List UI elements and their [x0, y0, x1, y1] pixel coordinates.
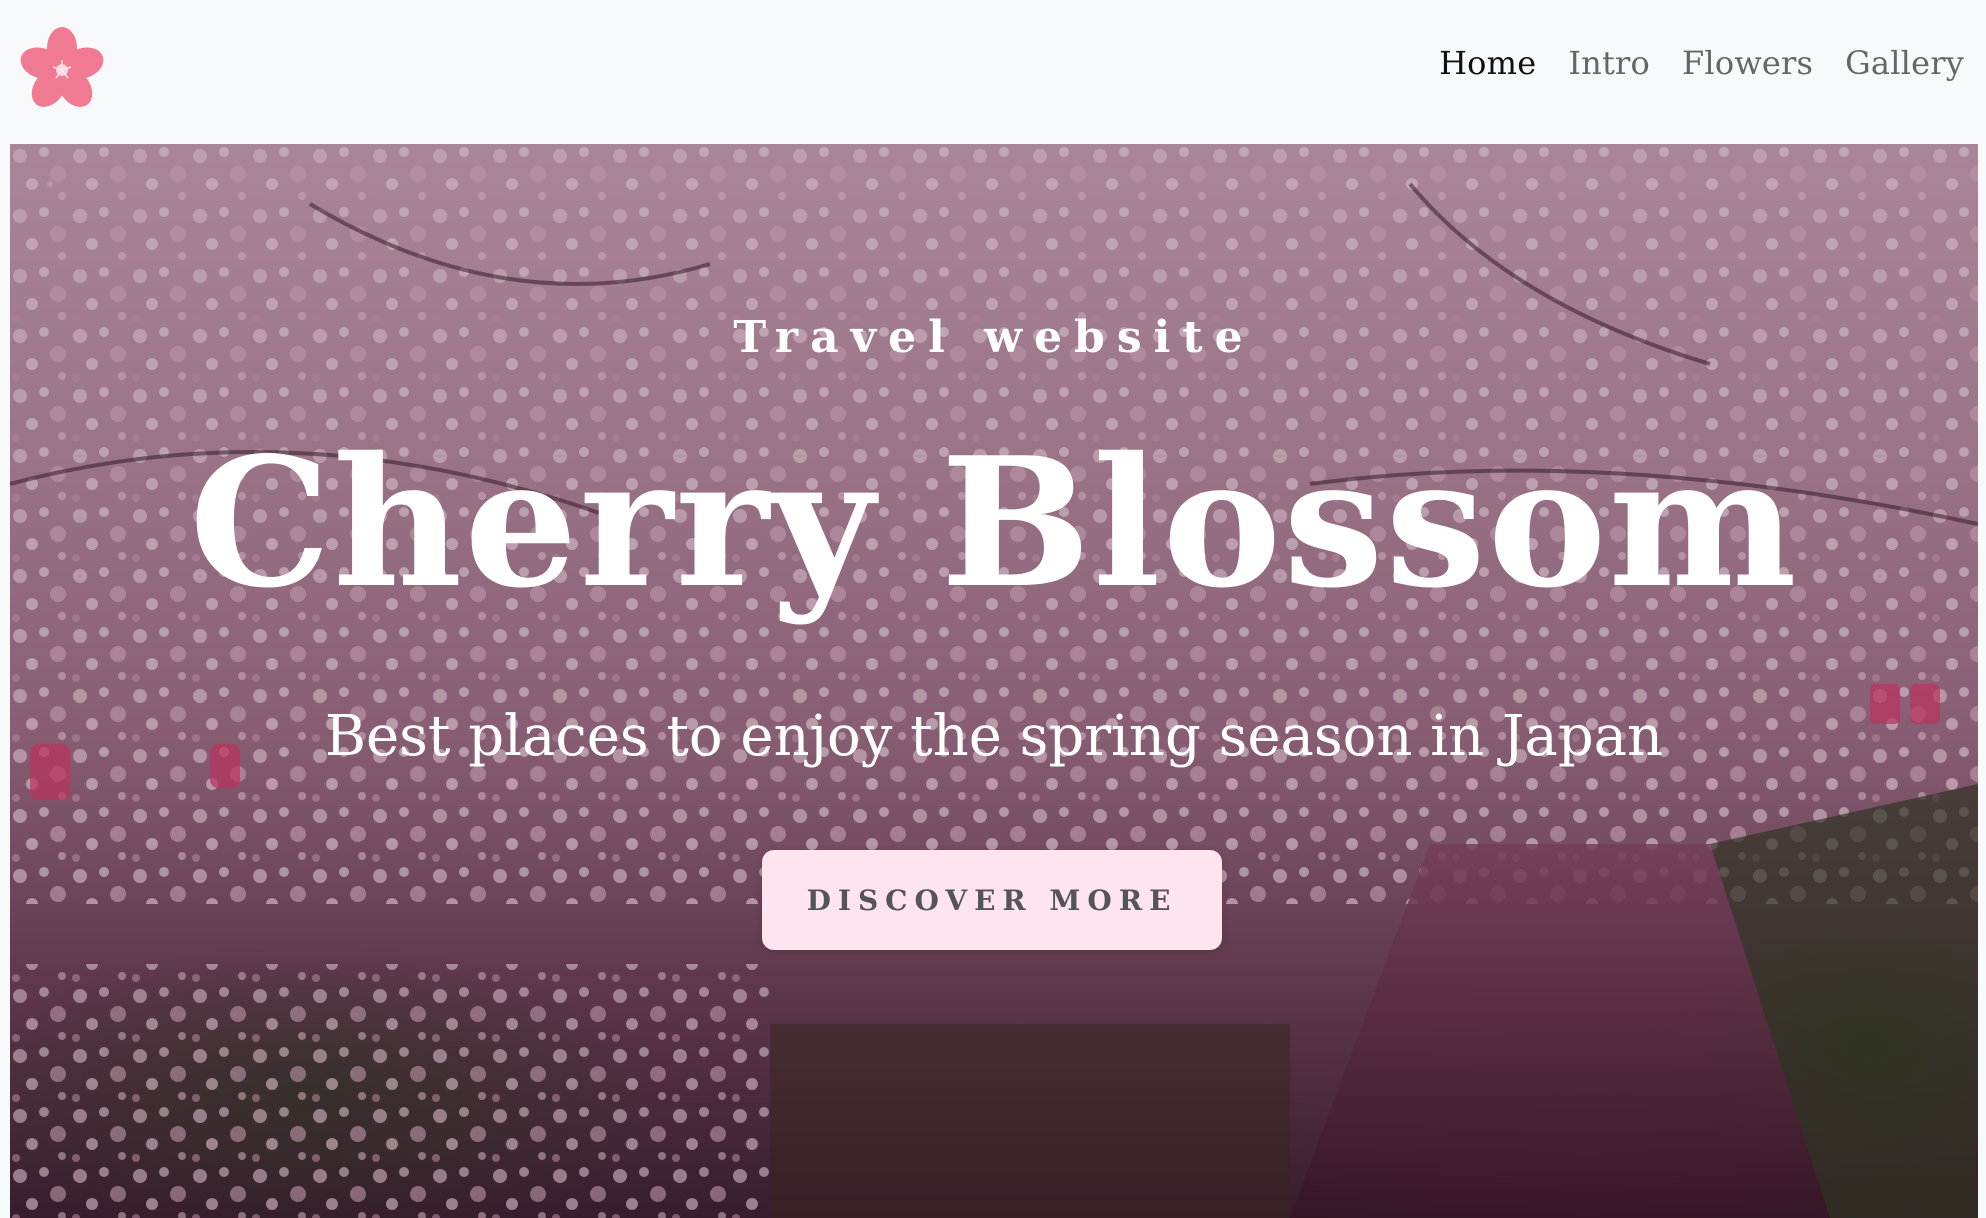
nav-gallery[interactable]: Gallery — [1845, 44, 1964, 82]
nav-intro[interactable]: Intro — [1568, 44, 1650, 82]
hero-section: Travel website Cherry Blossom Best place… — [10, 144, 1978, 1218]
nav-links: Home Intro Flowers Gallery — [1439, 44, 1964, 82]
hero-content: Travel website Cherry Blossom Best place… — [10, 144, 1978, 1218]
hero-title: Cherry Blossom — [189, 418, 1799, 627]
cherry-blossom-icon[interactable] — [14, 24, 110, 112]
nav-home[interactable]: Home — [1439, 44, 1536, 82]
nav-flowers[interactable]: Flowers — [1682, 44, 1813, 82]
hero-eyebrow: Travel website — [733, 312, 1255, 363]
discover-more-button[interactable]: DISCOVER MORE — [762, 850, 1222, 950]
navbar: Home Intro Flowers Gallery — [0, 0, 1986, 144]
hero-subtitle: Best places to enjoy the spring season i… — [324, 704, 1664, 769]
